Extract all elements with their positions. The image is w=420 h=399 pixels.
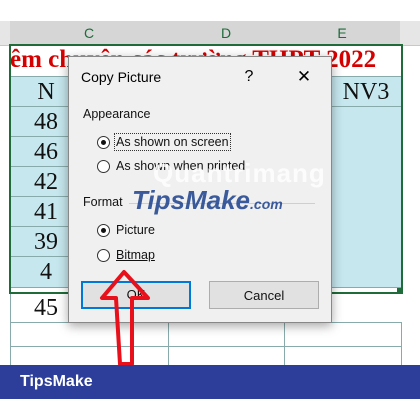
format-group-label: Format: [83, 195, 123, 209]
tipsmake-watermark-dotcom: .com: [250, 196, 283, 212]
fill-handle[interactable]: [397, 288, 402, 293]
radio-picture[interactable]: Picture: [97, 221, 155, 239]
red-arrow-icon: [100, 270, 150, 366]
radio-selected-icon[interactable]: [97, 135, 110, 149]
radio-label: As shown on screen: [114, 133, 231, 151]
column-header-e[interactable]: E: [284, 21, 401, 46]
radio-label: Picture: [116, 223, 155, 237]
tipsmake-watermark-text: TipsMake: [132, 185, 251, 215]
radio-unselected-icon[interactable]: [97, 248, 110, 262]
tipsmake-watermark: TipsMake.com: [132, 185, 283, 216]
radio-unselected-icon[interactable]: [97, 159, 110, 173]
screenshot-frame: C D E êm chuyên các trường THPT 2022 N 4…: [0, 0, 420, 399]
radio-bitmap[interactable]: Bitmap: [97, 246, 155, 264]
empty-cell[interactable]: [284, 322, 402, 348]
cancel-button[interactable]: Cancel: [209, 281, 319, 309]
column-header-c[interactable]: C: [10, 21, 169, 46]
empty-cell[interactable]: [168, 346, 286, 367]
appearance-group-label: Appearance: [83, 107, 151, 121]
footer-brand-text: TipsMake: [20, 373, 93, 390]
empty-cell[interactable]: [168, 322, 286, 348]
column-header-d[interactable]: D: [168, 21, 285, 46]
empty-cell[interactable]: [284, 346, 402, 367]
radio-selected-icon[interactable]: [97, 223, 110, 237]
column-header-f[interactable]: [400, 21, 420, 46]
radio-as-shown-on-screen[interactable]: As shown on screen: [97, 133, 231, 151]
help-button[interactable]: ?: [239, 65, 259, 89]
close-button[interactable]: ✕: [291, 65, 317, 89]
radio-label: Bitmap: [116, 248, 155, 262]
footer-brand-bar: TipsMake: [0, 365, 420, 399]
dialog-title: Copy Picture: [81, 69, 162, 85]
